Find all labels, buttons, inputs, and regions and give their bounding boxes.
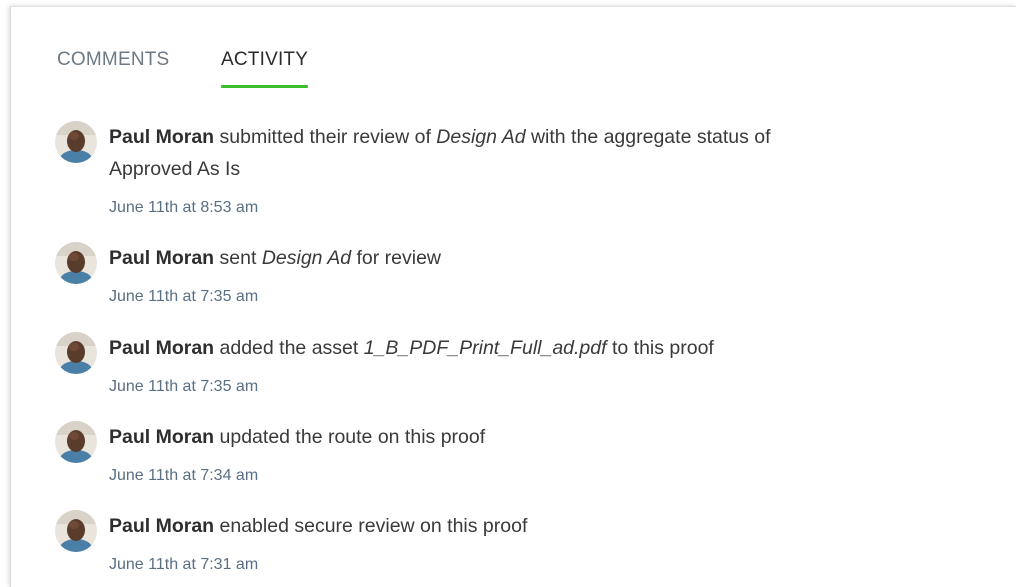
activity-desc: sent [214, 247, 262, 269]
activity-item: Paul Moran updated the route on this pro… [55, 421, 955, 485]
activity-desc: updated the route on this proof [214, 426, 486, 448]
tab-comments[interactable]: COMMENTS [57, 47, 169, 89]
activity-item: Paul Moran added the asset 1_B_PDF_Print… [55, 332, 955, 396]
activity-desc: enabled secure review on this proof [214, 515, 528, 537]
activity-text: Paul Moran added the asset 1_B_PDF_Print… [109, 332, 909, 364]
activity-item: Paul Moran enabled secure review on this… [55, 510, 955, 574]
avatar [55, 421, 97, 463]
user-avatar-icon [55, 242, 97, 284]
tab-activity-label: ACTIVITY [221, 49, 309, 70]
user-name[interactable]: Paul Moran [109, 126, 214, 148]
avatar [55, 121, 97, 163]
activity-text: Paul Moran submitted their review of Des… [109, 121, 909, 185]
user-name[interactable]: Paul Moran [109, 515, 214, 537]
user-avatar-icon [55, 510, 97, 552]
active-tab-indicator [221, 85, 309, 88]
user-name[interactable]: Paul Moran [109, 426, 214, 448]
activity-desc: for review [351, 247, 442, 269]
activity-timestamp: June 11th at 7:34 am [109, 467, 259, 484]
activity-timestamp: June 11th at 8:53 am [109, 199, 259, 216]
user-name[interactable]: Paul Moran [109, 337, 214, 359]
activity-desc: submitted their review of [214, 126, 437, 148]
activity-desc: added the asset [214, 337, 364, 359]
asset-name: 1_B_PDF_Print_Full_ad.pdf [363, 337, 607, 359]
avatar [55, 510, 97, 552]
activity-timestamp: June 11th at 7:35 am [109, 378, 259, 395]
proof-name: Design Ad [261, 247, 352, 269]
activity-panel: COMMENTS ACTIVITY Paul Moran submitted t… [10, 6, 1016, 587]
tab-activity[interactable]: ACTIVITY [221, 47, 309, 89]
user-avatar-icon [55, 121, 97, 163]
user-avatar-icon [55, 332, 97, 374]
activity-text: Paul Moran enabled secure review on this… [109, 510, 909, 542]
avatar [55, 332, 97, 374]
activity-desc: with the aggregate status of [525, 126, 771, 148]
activity-text: Paul Moran sent Design Ad for review [109, 242, 909, 274]
activity-timestamp: June 11th at 7:31 am [109, 556, 259, 573]
activity-item: Paul Moran sent Design Ad for review Jun… [55, 242, 955, 306]
activity-text: Paul Moran updated the route on this pro… [109, 421, 909, 453]
proof-name: Design Ad [436, 126, 526, 148]
activity-status: Approved As Is [109, 158, 241, 180]
activity-desc: to this proof [606, 337, 714, 359]
user-avatar-icon [55, 421, 97, 463]
activity-timestamp: June 11th at 7:35 am [109, 288, 259, 305]
avatar [55, 242, 97, 284]
user-name[interactable]: Paul Moran [109, 247, 214, 269]
activity-item: Paul Moran submitted their review of Des… [55, 121, 955, 221]
